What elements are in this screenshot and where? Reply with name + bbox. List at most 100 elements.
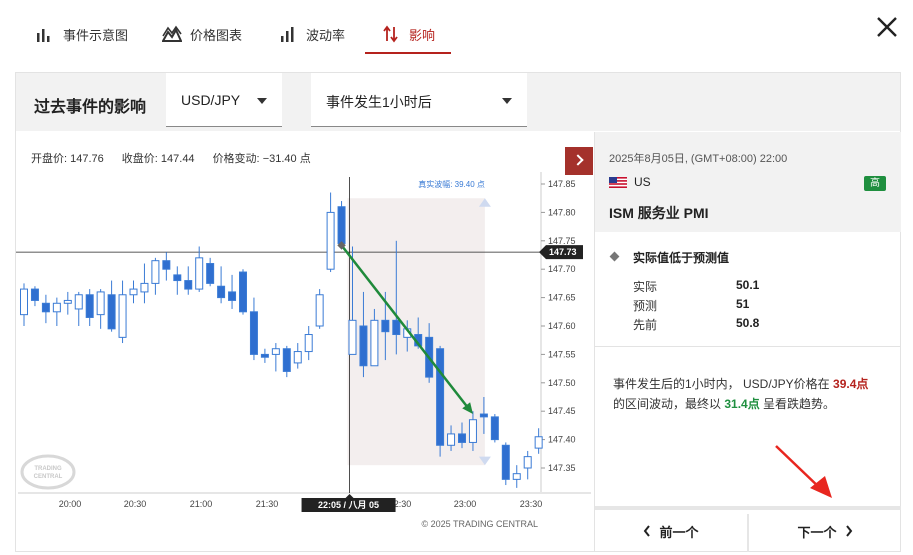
y-tick-label: 147.50: [548, 378, 576, 388]
candle: [370, 319, 379, 367]
candle: [315, 294, 324, 327]
y-tick-label: 147.80: [548, 207, 576, 217]
candle: [239, 271, 247, 313]
previous-label: 前一个: [659, 524, 699, 540]
x-tick-label: 23:30: [520, 499, 543, 509]
candle: [52, 302, 61, 313]
currency-pair-select[interactable]: USD/JPY: [166, 73, 282, 127]
candle: [63, 299, 72, 304]
previous-event-button[interactable]: 前一个: [595, 510, 747, 552]
candle: [260, 353, 269, 358]
impact-summary: 事件发生后的1小时内， USD/JPY价格在 39.4点 的区间波动，最终以 31…: [613, 374, 893, 414]
candle: [173, 274, 182, 282]
tab-price-chart[interactable]: 价格图表: [162, 14, 242, 54]
candle: [337, 206, 346, 245]
x-tick-label: 20:00: [59, 499, 82, 509]
y-tick-label: 147.40: [548, 435, 576, 445]
crosshair-x-label: 22:05 / 八月 05: [318, 500, 379, 510]
candle: [140, 282, 149, 293]
candle: [326, 211, 335, 270]
active-tab-indicator: [365, 52, 451, 54]
candle: [304, 334, 313, 353]
candle: [468, 419, 477, 443]
crosshair-x-pointer-icon: [345, 494, 354, 498]
y-tick-label: 147.35: [548, 463, 576, 473]
forecast-value: 51: [736, 297, 750, 311]
tab-volatility[interactable]: 波动率: [278, 14, 345, 54]
tab-label: 波动率: [306, 27, 346, 43]
event-header: 2025年8月05日, (GMT+08:00) 22:00 US 高 ISM 服…: [595, 132, 901, 232]
result-title: 实际值低于预测值: [633, 251, 730, 265]
candle: [206, 263, 215, 284]
actual-value: 50.1: [736, 278, 760, 292]
candle: [348, 319, 357, 355]
tab-event-chart[interactable]: 事件示意图: [35, 14, 128, 54]
forecast-row: 预测 51: [633, 297, 853, 314]
time-window-value: 事件发生1小时后: [326, 94, 432, 110]
next-event-button[interactable]: 下一个: [749, 510, 901, 552]
tab-bar: 事件示意图 价格图表 波动率 影响: [0, 0, 913, 60]
candle: [479, 413, 488, 418]
event-country: US: [634, 175, 651, 189]
candle: [184, 280, 193, 290]
candle: [30, 288, 39, 301]
page-title: 过去事件的影响: [34, 99, 147, 116]
chevron-right-icon: [845, 525, 852, 537]
candle: [129, 288, 138, 296]
crosshair-y-label: 147.73: [549, 247, 577, 257]
candle: [118, 294, 127, 338]
collapse-panel-button[interactable]: [565, 147, 593, 175]
candle: [293, 351, 302, 364]
summary-range: 39.4点: [833, 377, 869, 391]
diamond-icon: [609, 251, 620, 262]
event-datetime: 2025年8月05日, (GMT+08:00) 22:00: [609, 153, 788, 165]
candle: [447, 433, 456, 446]
candle: [392, 319, 401, 336]
tab-label: 影响: [409, 27, 436, 43]
candle: [195, 257, 204, 290]
candle: [151, 260, 160, 284]
currency-pair-value: USD/JPY: [181, 92, 241, 108]
actual-label: 实际: [633, 280, 658, 294]
actual-row: 实际 50.1: [633, 278, 853, 295]
x-tick-label: 21:30: [256, 499, 279, 509]
y-tick-label: 147.60: [548, 321, 576, 331]
watermark-text: TRADING: [34, 466, 62, 472]
price-chart[interactable]: 开盘价: 147.76 收盘价: 147.44 价格变动: −31.40 点 真…: [16, 132, 594, 552]
close-icon[interactable]: [872, 12, 902, 42]
tab-impact[interactable]: 影响: [381, 14, 435, 54]
y-tick-label: 147.70: [548, 264, 576, 274]
candle: [228, 291, 237, 301]
candle: [282, 348, 291, 372]
mountain-chart-icon: [162, 25, 182, 42]
summary-text: 的区间波动，最终以: [613, 397, 725, 411]
impact-badge: 高: [864, 176, 886, 191]
time-window-select[interactable]: 事件发生1小时后: [311, 73, 527, 127]
watermark-logo-icon: [20, 454, 76, 490]
y-tick-label: 147.85: [548, 179, 576, 189]
candle: [512, 473, 521, 480]
us-flag-icon: [609, 177, 627, 188]
copyright-text: © 2025 TRADING CENTRAL: [422, 519, 539, 529]
candle: [41, 302, 50, 313]
x-tick-label: 23:00: [454, 499, 477, 509]
x-tick-label: 21:00: [190, 499, 213, 509]
candle: [271, 348, 280, 355]
tab-label: 价格图表: [190, 27, 243, 43]
candle: [381, 319, 390, 333]
volatility-bars-icon: [281, 27, 294, 42]
true-range-box: [347, 198, 485, 466]
candle: [359, 325, 368, 367]
chevron-right-icon: [572, 154, 584, 166]
previous-row: 先前 50.8: [633, 316, 853, 333]
candle: [436, 348, 445, 446]
chevron-down-icon: [502, 98, 512, 104]
chevron-down-icon: [257, 98, 267, 104]
candle: [490, 416, 499, 441]
candlestick-chart[interactable]: 真实波幅: 39.40 点 147.85 147.80 147.75 147.70 147…: [16, 132, 594, 552]
candle: [534, 436, 543, 449]
event-detail-panel: 2025年8月05日, (GMT+08:00) 22:00 US 高 ISM 服…: [594, 132, 901, 552]
y-tick-label: 147.45: [548, 406, 576, 416]
candle: [249, 311, 258, 355]
event-name: ISM 服务业 PMI: [609, 205, 709, 221]
